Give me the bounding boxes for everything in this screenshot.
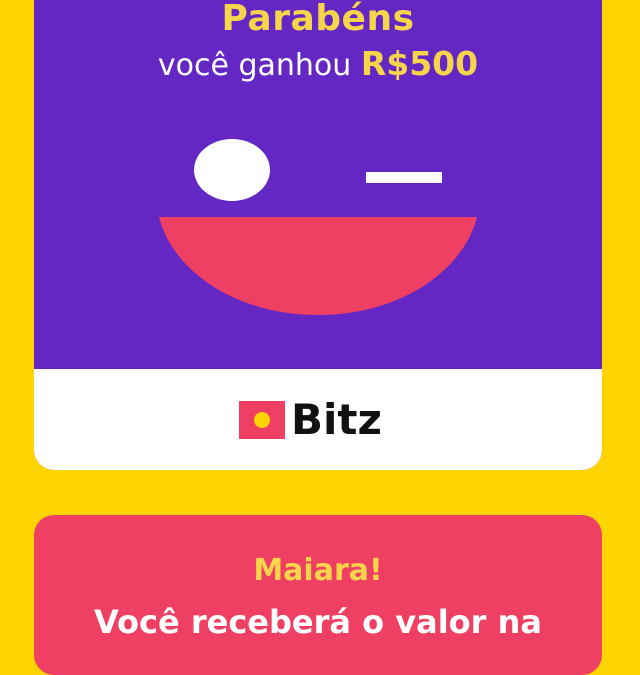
left-eye bbox=[194, 139, 270, 201]
brand-strip: Bitz bbox=[34, 369, 602, 470]
recipient-name: Maiara! bbox=[253, 553, 383, 588]
message-text: Você receberá o valor na bbox=[94, 603, 542, 641]
brand-name: Bitz bbox=[291, 395, 382, 444]
bitz-logo: Bitz bbox=[239, 397, 382, 443]
smiling-face-illustration bbox=[159, 139, 477, 315]
message-card: Maiara! Você receberá o valor na bbox=[34, 515, 602, 675]
smile-mouth bbox=[159, 217, 477, 315]
bitz-logo-icon bbox=[239, 401, 285, 439]
right-eye-wink bbox=[366, 172, 442, 183]
prize-card: Parabéns você ganhou R$500 Bitz bbox=[34, 0, 602, 470]
